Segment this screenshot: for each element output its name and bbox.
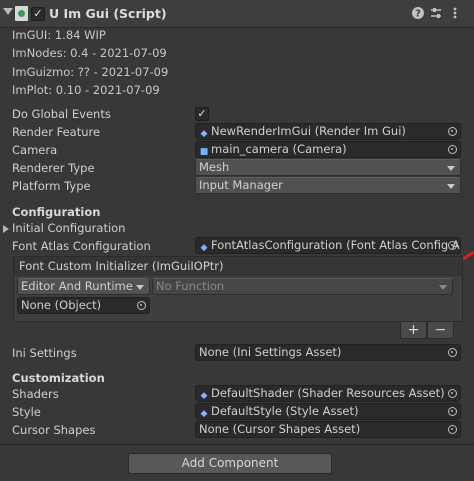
global-events-label: Do Global Events: [12, 107, 111, 121]
style-label: Style: [12, 405, 41, 419]
object-picker-icon[interactable]: [448, 407, 457, 416]
ini-settings-value: None (Ini Settings Asset): [199, 345, 342, 359]
chevron-down-icon: [447, 184, 455, 189]
settings-sliders-icon[interactable]: [429, 6, 443, 20]
camera-icon: ■: [199, 147, 209, 157]
ini-settings-field[interactable]: None (Ini Settings Asset): [195, 344, 461, 361]
render-feature-value: NewRenderImGui (Render Im Gui): [211, 124, 406, 138]
component-title: U Im Gui (Script): [49, 6, 167, 21]
global-events-checkbox[interactable]: ✓: [195, 107, 209, 121]
cursor-shapes-value: None (Cursor Shapes Asset): [199, 422, 361, 436]
cursor-shapes-label: Cursor Shapes: [12, 423, 96, 437]
script-icon: [15, 6, 28, 21]
chevron-down-icon: [136, 285, 144, 290]
platform-type-value: Input Manager: [199, 178, 283, 192]
renderer-type-dropdown[interactable]: Mesh: [195, 159, 461, 176]
runtime-mode-value: Editor And Runtime: [21, 279, 133, 293]
render-feature-field[interactable]: ◆ NewRenderImGui (Render Im Gui): [195, 123, 461, 140]
object-picker-icon[interactable]: [448, 389, 457, 398]
event-target-value: None (Object): [21, 298, 102, 312]
font-atlas-label: Font Atlas Configuration: [12, 239, 151, 253]
camera-field[interactable]: ■ main_camera (Camera): [195, 141, 461, 158]
cursor-shapes-field[interactable]: None (Cursor Shapes Asset): [195, 421, 461, 438]
shaders-label: Shaders: [12, 387, 59, 401]
camera-label: Camera: [12, 143, 58, 157]
shader-asset-icon: ◆: [200, 391, 208, 401]
version-imguizmo: ImGuizmo: ?? - 2021-07-09: [12, 65, 169, 79]
render-feature-asset-icon: ◆: [200, 129, 208, 139]
object-picker-icon[interactable]: [448, 145, 457, 154]
add-listener-button[interactable]: +: [400, 321, 427, 339]
platform-type-dropdown[interactable]: Input Manager: [195, 177, 461, 194]
version-imnodes: ImNodes: 0.4 - 2021-07-09: [12, 46, 167, 60]
foldout-arrow-icon[interactable]: [3, 8, 13, 15]
event-target-field[interactable]: None (Object): [17, 297, 150, 314]
svg-text:?: ?: [415, 9, 421, 20]
renderer-type-label: Renderer Type: [12, 161, 95, 175]
customization-heading: Customization: [12, 371, 105, 385]
object-picker-icon[interactable]: [448, 425, 457, 434]
object-picker-icon[interactable]: [448, 348, 457, 357]
function-dropdown[interactable]: No Function: [152, 278, 453, 295]
chevron-down-icon: [447, 166, 455, 171]
component-enabled-checkbox[interactable]: ✓: [31, 7, 45, 21]
add-component-button[interactable]: Add Component: [128, 453, 332, 474]
remove-listener-button[interactable]: −: [427, 321, 454, 339]
version-imgui: ImGUI: 1.84 WIP: [12, 28, 106, 42]
style-asset-icon: ◆: [200, 409, 208, 419]
event-title: Font Custom Initializer (ImGuiIOPtr): [19, 259, 224, 273]
runtime-mode-dropdown[interactable]: Editor And Runtime: [17, 278, 150, 295]
object-picker-icon[interactable]: [448, 127, 457, 136]
shaders-value: DefaultShader (Shader Resources Asset): [211, 386, 445, 400]
renderer-type-value: Mesh: [199, 160, 230, 174]
style-value: DefaultStyle (Style Asset): [211, 404, 359, 418]
style-field[interactable]: ◆ DefaultStyle (Style Asset): [195, 403, 461, 420]
inspector-divider: [0, 444, 474, 445]
foldout-right-icon[interactable]: [3, 225, 9, 233]
ini-settings-label: Ini Settings: [12, 346, 77, 360]
render-feature-label: Render Feature: [12, 125, 101, 139]
configuration-heading: Configuration: [12, 205, 101, 219]
platform-type-label: Platform Type: [12, 179, 91, 193]
help-icon[interactable]: ?: [411, 6, 425, 20]
version-implot: ImPlot: 0.10 - 2021-07-09: [12, 83, 160, 97]
camera-value: main_camera (Camera): [211, 142, 347, 156]
object-picker-icon[interactable]: [137, 301, 146, 310]
chevron-down-icon: [439, 285, 447, 290]
initial-configuration-foldout[interactable]: Initial Configuration: [12, 221, 125, 235]
more-menu-icon[interactable]: [448, 6, 462, 20]
shaders-field[interactable]: ◆ DefaultShader (Shader Resources Asset): [195, 385, 461, 402]
function-value: No Function: [156, 279, 225, 293]
